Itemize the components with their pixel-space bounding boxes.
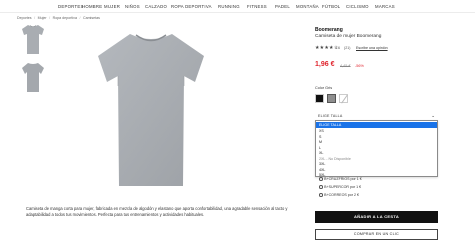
nav-item-ninos[interactable]: NIÑOS bbox=[125, 4, 140, 9]
shipping-option[interactable]: B+SUPERCOR por 1 € bbox=[319, 185, 361, 189]
color-swatch-white[interactable] bbox=[339, 94, 348, 103]
rating-value: 4.6 bbox=[335, 46, 340, 50]
color-swatch-grey[interactable] bbox=[327, 94, 336, 103]
breadcrumb-item[interactable]: Deportes bbox=[17, 16, 32, 20]
nav-item-deportes[interactable]: DEPORTES bbox=[58, 4, 84, 9]
color-label: Color Gris bbox=[315, 86, 333, 90]
nav-item-ciclismo[interactable]: CICLISMO bbox=[346, 4, 369, 9]
breadcrumb-item[interactable]: Mujer bbox=[38, 16, 47, 20]
product-old-price: 4,45 € bbox=[340, 64, 351, 68]
chevron-down-icon: ⌄ bbox=[431, 113, 435, 118]
add-to-cart-button[interactable]: AÑADIR A LA CESTA bbox=[315, 211, 438, 223]
nav-item-mujer[interactable]: MUJER bbox=[104, 4, 120, 9]
nav-item-montana[interactable]: MONTAÑA bbox=[296, 4, 319, 9]
product-title: Camiseta de mujer Boomerang bbox=[315, 34, 382, 39]
radio-icon bbox=[319, 193, 323, 197]
tshirt-image bbox=[98, 34, 204, 186]
breadcrumb-separator: / bbox=[49, 16, 51, 20]
nav-item-marcas[interactable]: MARCAS bbox=[375, 4, 395, 9]
color-swatch-black[interactable] bbox=[315, 94, 324, 103]
product-brand[interactable]: Boomerang bbox=[315, 27, 343, 33]
tshirt-back-image bbox=[22, 63, 44, 92]
shipping-option-label: B+CORREOS por 2 € bbox=[324, 193, 359, 197]
top-nav: DEPORTES HOMBRE MUJER NIÑOS CALZADO ROPA… bbox=[0, 0, 475, 13]
nav-item-fitness[interactable]: FITNESS bbox=[247, 4, 267, 9]
buy-one-click-button[interactable]: COMPRAR EN UN CLIC bbox=[315, 229, 438, 240]
breadcrumb: Deportes / Mujer / Ropa deportiva / Camiset… bbox=[17, 16, 101, 20]
nav-item-hombre[interactable]: HOMBRE bbox=[82, 4, 102, 9]
discount-badge: -56% bbox=[355, 64, 364, 68]
breadcrumb-item[interactable]: Ropa deportiva bbox=[53, 16, 77, 20]
product-thumbnail-back[interactable] bbox=[19, 60, 47, 94]
shipping-option[interactable]: B+CORREOS por 2 € bbox=[319, 193, 359, 197]
product-thumbnail-front[interactable] bbox=[19, 22, 47, 56]
size-select-value: ELIGE TALLA bbox=[318, 114, 343, 118]
nav-item-calzado[interactable]: CALZADO bbox=[145, 4, 167, 9]
shipping-option[interactable]: B+CRUZFRIOS por 1 € bbox=[319, 177, 362, 181]
tshirt-front-image bbox=[22, 25, 44, 54]
nav-item-ropa-deportiva[interactable]: ROPA DEPORTIVA bbox=[171, 4, 212, 9]
breadcrumb-separator: / bbox=[34, 16, 36, 20]
radio-icon bbox=[319, 185, 323, 189]
nav-item-futbol[interactable]: FÚTBOL bbox=[322, 4, 340, 9]
nav-item-padel[interactable]: PADEL bbox=[275, 4, 290, 9]
size-dropdown-list: ELIGE TALLA XS S M L XL 2XL - No Disponi… bbox=[315, 120, 438, 177]
breadcrumb-item[interactable]: Camisetas bbox=[83, 16, 100, 20]
shipping-option-label: B+CRUZFRIOS por 1 € bbox=[324, 177, 362, 181]
nav-item-running[interactable]: RUNNING bbox=[218, 4, 240, 9]
product-main-image[interactable] bbox=[92, 26, 210, 191]
shipping-option-label: B+SUPERCOR por 1 € bbox=[324, 185, 362, 189]
write-review-link[interactable]: Escribe una opinión bbox=[356, 46, 388, 50]
review-count[interactable]: (21) bbox=[344, 46, 350, 50]
product-description: Camiseta de manga corta para mujer, fabr… bbox=[26, 206, 288, 218]
breadcrumb-separator: / bbox=[79, 16, 81, 20]
radio-icon bbox=[319, 177, 323, 181]
product-price: 1,96 € bbox=[315, 61, 335, 68]
